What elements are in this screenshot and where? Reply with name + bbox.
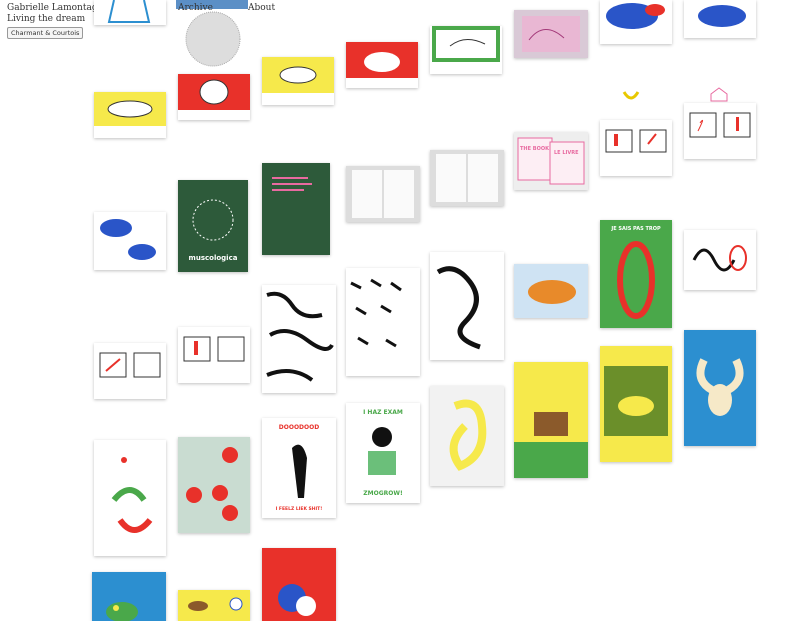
thumbnail-cat-green[interactable] (430, 26, 502, 74)
exam-title: I HAZ EXAM (363, 409, 403, 416)
livre-title: LE LIVRE (554, 150, 579, 156)
exam-subtitle: ZMOGROW! (363, 490, 403, 497)
thumbnail-muscologica-cover[interactable]: muscologica (178, 180, 248, 272)
thumbnail-green-red-art[interactable] (94, 440, 166, 556)
thumbnail-cat-red-1[interactable] (346, 42, 418, 88)
muscologica-label: muscologica (188, 254, 238, 262)
thumbnail-blue-blob-2[interactable] (684, 0, 756, 38)
thumbnail-pattern-1[interactable] (262, 285, 336, 393)
thumbnail-yellow-green[interactable] (600, 346, 672, 462)
thumbnail-doodood-poster[interactable]: DOOODOOD I FEELZ LIEK SHIT! (262, 418, 336, 518)
thumbnail-cat-red-2[interactable] (178, 74, 250, 120)
nav-about[interactable]: About (248, 3, 275, 13)
thumbnail-slide-cards-3[interactable] (178, 327, 250, 383)
thumbnail-sloth-circles[interactable] (178, 437, 250, 533)
thumbnail-open-book-1[interactable] (430, 150, 504, 206)
thumbnail-muscologica-red[interactable] (262, 548, 336, 621)
thumbnail-slide-cards-2[interactable] (94, 343, 166, 399)
thumbnail-cat-yellow-2[interactable] (94, 92, 166, 138)
thumbnail-pattern-3[interactable] (430, 252, 504, 360)
thumbnail-exam-poster[interactable]: I HAZ EXAM ZMOGROW! (346, 403, 420, 503)
thumbnail-book-pink[interactable]: THE BOOK LE LIVRE (514, 132, 588, 190)
thumbnail-pink-photo[interactable] (514, 10, 588, 58)
thumbnail-slide-cards[interactable] (600, 120, 672, 176)
thumbnail-blue-blob-1[interactable] (600, 0, 672, 44)
thumbnail-pattern-2[interactable] (346, 268, 420, 376)
thumbnail-antelope[interactable] (514, 362, 588, 478)
thumbnail-smile-icons[interactable] (614, 86, 648, 112)
thumbnail-turtle-blue[interactable] (92, 572, 166, 621)
thumbnail-bag[interactable] (94, 0, 166, 25)
thumbnail-tiger[interactable] (514, 264, 588, 318)
thumbnail-cat-yellow-1[interactable] (262, 57, 334, 105)
jesais-title: JE SAIS PAS TROP (611, 226, 661, 232)
doodood-title: DOOODOOD (278, 424, 320, 431)
thumbnail-dots-circle[interactable] (184, 10, 242, 68)
thumbnail-green-book-back[interactable] (262, 163, 330, 255)
thumbnail-swan-cards[interactable] (684, 103, 756, 159)
thumbnail-blue-lobster[interactable] (684, 330, 756, 446)
thumbnail-house-icon[interactable] (708, 86, 730, 102)
thumbnail-open-book-2[interactable] (346, 166, 420, 222)
thumbnail-blue-blobs[interactable] (94, 212, 166, 270)
thumbnail-scribble-red[interactable] (684, 230, 756, 290)
thumbnail-sloth-yellow[interactable] (178, 590, 250, 621)
thumbnail-jesais-poster[interactable]: JE SAIS PAS TROP (600, 220, 672, 328)
book-title: THE BOOK (520, 146, 549, 152)
thumbnail-yellow-scribble[interactable] (430, 386, 504, 486)
doodood-subtitle: I FEELZ LIEK SHIT! (275, 507, 323, 512)
tag-button[interactable]: Charmant & Courtois (7, 27, 84, 39)
